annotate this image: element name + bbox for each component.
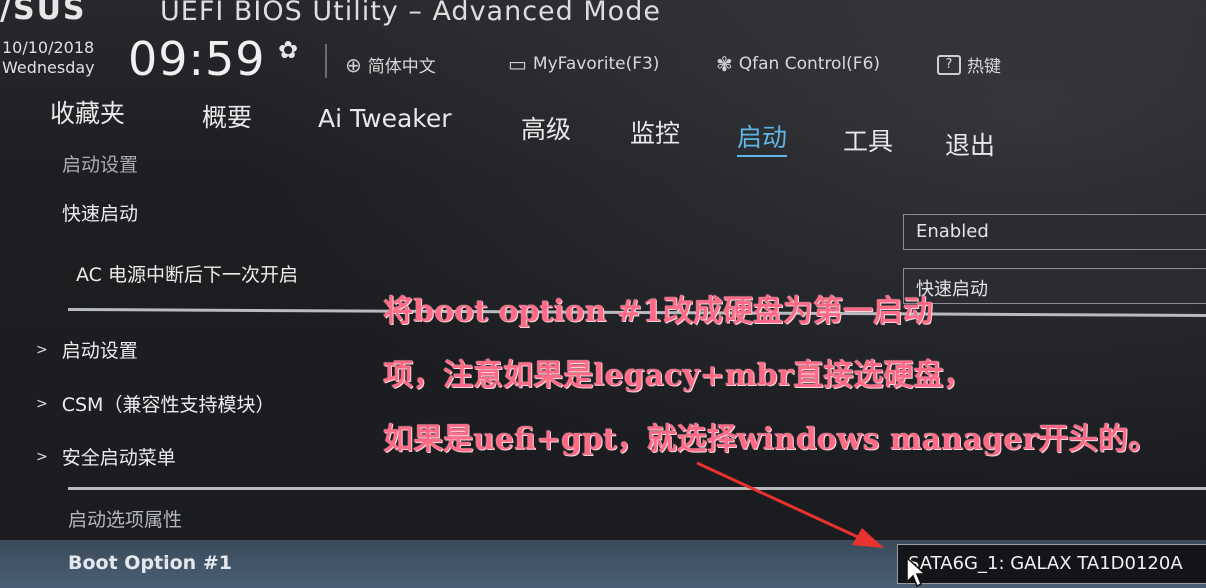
annotation-line: 项，注意如果是legacy+mbr直接选硬盘， <box>383 358 974 393</box>
toolbar-separator <box>325 44 327 78</box>
myfavorite-label: MyFavorite(F3) <box>532 54 660 74</box>
title-bar: /SUS UEFI BIOS Utility – Advanced Mode <box>0 0 1206 36</box>
submenu-csm[interactable]: > CSM（兼容性支持模块） <box>36 390 274 417</box>
submenu-secure-boot[interactable]: > 安全启动菜单 <box>36 443 176 470</box>
date-text: 10/10/2018 <box>2 38 95 57</box>
fan-icon: ✾ <box>716 52 733 76</box>
fast-boot-select[interactable]: Enabled <box>903 214 1206 250</box>
boot-props-title: 启动选项属性 <box>68 509 183 531</box>
clock-time: 09:59 <box>128 32 266 86</box>
help-key-icon: ? <box>937 54 961 75</box>
gear-icon[interactable]: ✿ <box>278 36 298 64</box>
tab-advanced[interactable]: 高级 <box>521 110 571 146</box>
chevron-right-icon: > <box>36 448 48 465</box>
window-title: UEFI BIOS Utility – Advanced Mode <box>160 0 661 27</box>
qfan-control-button[interactable]: ✾ Qfan Control(F6) <box>716 52 880 76</box>
tab-monitor[interactable]: 监控 <box>630 114 680 150</box>
ac-power-label: AC 电源中断后下一次开启 <box>76 264 298 286</box>
boot-option-label: Boot Option #1 <box>68 552 232 574</box>
section-title: 启动设置 <box>62 154 139 176</box>
boot-option-row[interactable]: Boot Option #1 SATA6G_1: GALAX TA1D0120A <box>0 540 1206 588</box>
tab-ai-tweaker[interactable]: Ai Tweaker <box>318 104 452 133</box>
mouse-cursor-icon <box>906 556 927 588</box>
weekday-text: Wednesday <box>2 58 95 77</box>
main-nav: 收藏夹 概要 Ai Tweaker 高级 监控 启动 工具 退出 <box>0 92 1206 160</box>
asus-logo: /SUS <box>0 0 87 27</box>
annotation-line: 将boot option #1改成硬盘为第一启动 <box>383 294 933 329</box>
myfavorite-button[interactable]: ▭ MyFavorite(F3) <box>508 52 659 76</box>
submenu-boot-config[interactable]: > 启动设置 <box>36 336 138 363</box>
boot-option-select[interactable]: SATA6G_1: GALAX TA1D0120A <box>897 544 1206 584</box>
language-button[interactable]: ⊕ 简体中文 <box>345 52 436 78</box>
divider-bottom <box>68 487 1206 490</box>
fast-boot-label: 快速启动 <box>62 203 139 225</box>
tab-exit[interactable]: 退出 <box>945 126 995 162</box>
favorite-icon: ▭ <box>508 52 527 76</box>
annotation-text: 将boot option #1改成硬盘为第一启动 项，注意如果是legacy+m… <box>383 280 1203 472</box>
language-label: 简体中文 <box>367 57 436 77</box>
tab-tool[interactable]: 工具 <box>843 122 893 158</box>
hotkeys-label: 热键 <box>967 57 1001 77</box>
status-row: 10/10/2018 Wednesday 09:59 ✿ ⊕ 简体中文 ▭ My… <box>0 32 1206 90</box>
qfan-label: Qfan Control(F6) <box>738 54 881 74</box>
submenu-label: 启动设置 <box>61 340 138 362</box>
submenu-label: CSM（兼容性支持模块） <box>61 394 275 416</box>
annotation-line: 如果是uefi+gpt，就选择windows manager开头的。 <box>383 422 1159 457</box>
tab-boot[interactable]: 启动 <box>737 118 788 157</box>
bios-screen: /SUS UEFI BIOS Utility – Advanced Mode 1… <box>0 0 1206 588</box>
globe-icon: ⊕ <box>345 52 362 77</box>
chevron-right-icon: > <box>36 341 48 358</box>
date-display: 10/10/2018 Wednesday <box>2 38 95 78</box>
submenu-label: 安全启动菜单 <box>61 447 176 469</box>
hotkeys-button[interactable]: ? 热键 <box>937 52 1001 77</box>
tab-overview[interactable]: 概要 <box>202 98 252 134</box>
tab-favorites[interactable]: 收藏夹 <box>50 94 125 130</box>
chevron-right-icon: > <box>36 395 48 412</box>
